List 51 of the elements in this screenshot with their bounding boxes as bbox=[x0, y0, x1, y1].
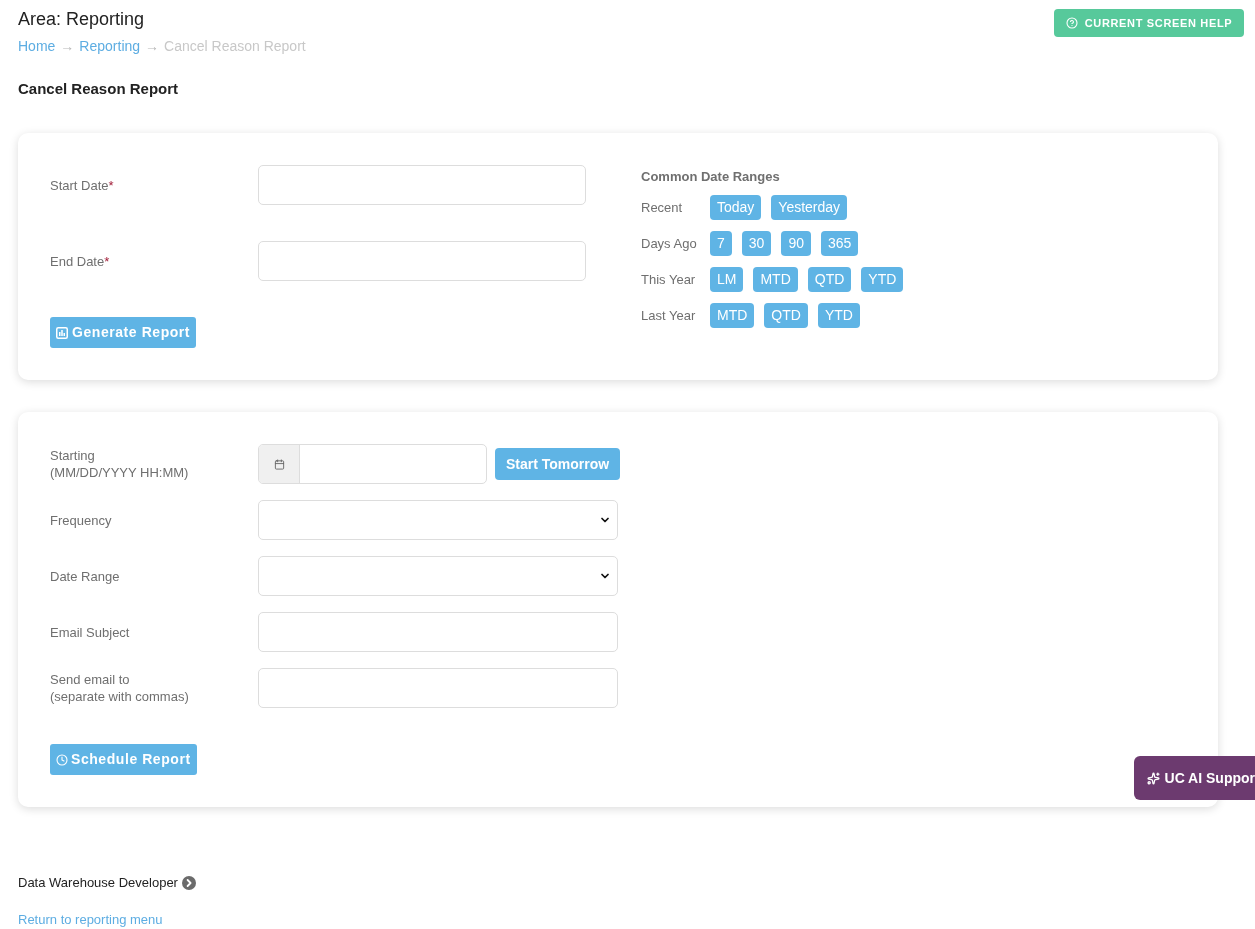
text-input-field[interactable] bbox=[258, 612, 618, 652]
range-group-label: Days Ago bbox=[641, 234, 698, 253]
field-label: Frequency bbox=[50, 511, 113, 529]
field-label: Starting (MM/DD/YYYY HH:MM) bbox=[50, 447, 190, 481]
help-button[interactable]: CURRENT SCREEN HELP bbox=[1054, 9, 1244, 37]
page-title: Cancel Reason Report bbox=[18, 79, 180, 99]
breadcrumb-link[interactable]: Home bbox=[18, 37, 56, 55]
bar-chart-icon bbox=[56, 326, 68, 339]
date-range-button[interactable]: 7 bbox=[710, 231, 732, 256]
date-range-button[interactable]: Today bbox=[710, 195, 762, 220]
date-input-field[interactable] bbox=[258, 241, 586, 281]
ai-support-tab[interactable]: UC AI Suppor bbox=[1133, 756, 1255, 800]
dropdown-field[interactable] bbox=[258, 500, 618, 540]
field-label: Email Subject bbox=[50, 623, 131, 641]
generate-report-button[interactable]: Generate Report bbox=[50, 317, 197, 348]
date-time-field[interactable] bbox=[258, 444, 487, 484]
date-range-button[interactable]: QTD bbox=[764, 303, 808, 328]
date-range-button[interactable]: YTD bbox=[861, 267, 904, 292]
field-label: Send email to (separate with commas) bbox=[50, 671, 190, 705]
range-group-label: Recent bbox=[641, 198, 684, 217]
schedule-report-button[interactable]: Schedule Report bbox=[50, 744, 197, 775]
date-range-button[interactable]: 365 bbox=[820, 231, 859, 256]
breadcrumb-separator: → bbox=[145, 37, 160, 55]
field-label: Start Date* bbox=[50, 176, 115, 194]
help-icon bbox=[1065, 17, 1078, 29]
date-range-button[interactable]: LM bbox=[710, 267, 744, 292]
date-input-field[interactable] bbox=[258, 165, 586, 205]
calendar-icon bbox=[273, 458, 285, 470]
clock-icon bbox=[56, 753, 68, 766]
date-range-button[interactable]: Yesterday bbox=[771, 195, 848, 220]
date-range-button[interactable]: 30 bbox=[741, 231, 772, 256]
field-label: End Date* bbox=[50, 252, 111, 270]
dropdown-field[interactable] bbox=[258, 556, 618, 596]
chevron-right-circle-icon bbox=[181, 875, 196, 890]
sparkle-icon bbox=[1146, 771, 1160, 785]
date-range-button[interactable]: 90 bbox=[781, 231, 811, 256]
range-group-label: Last Year bbox=[641, 306, 697, 325]
text-input-field[interactable] bbox=[258, 668, 618, 708]
date-range-button[interactable]: QTD bbox=[807, 267, 852, 292]
field-label: Date Range bbox=[50, 567, 121, 585]
breadcrumb-link[interactable]: Reporting bbox=[79, 37, 141, 55]
area-title: Area: Reporting bbox=[18, 8, 146, 30]
date-ranges-title: Common Date Ranges bbox=[641, 168, 781, 185]
date-range-button[interactable]: MTD bbox=[710, 303, 755, 328]
date-range-button[interactable]: MTD bbox=[753, 267, 798, 292]
return-link[interactable]: Return to reporting menu bbox=[18, 909, 163, 929]
breadcrumb-separator: → bbox=[60, 37, 75, 55]
start-tomorrow-button[interactable]: Start Tomorrow bbox=[495, 448, 621, 480]
range-group-label: This Year bbox=[641, 270, 697, 289]
date-range-button[interactable]: YTD bbox=[817, 303, 860, 328]
developer-name: Data Warehouse Developer bbox=[18, 874, 178, 892]
